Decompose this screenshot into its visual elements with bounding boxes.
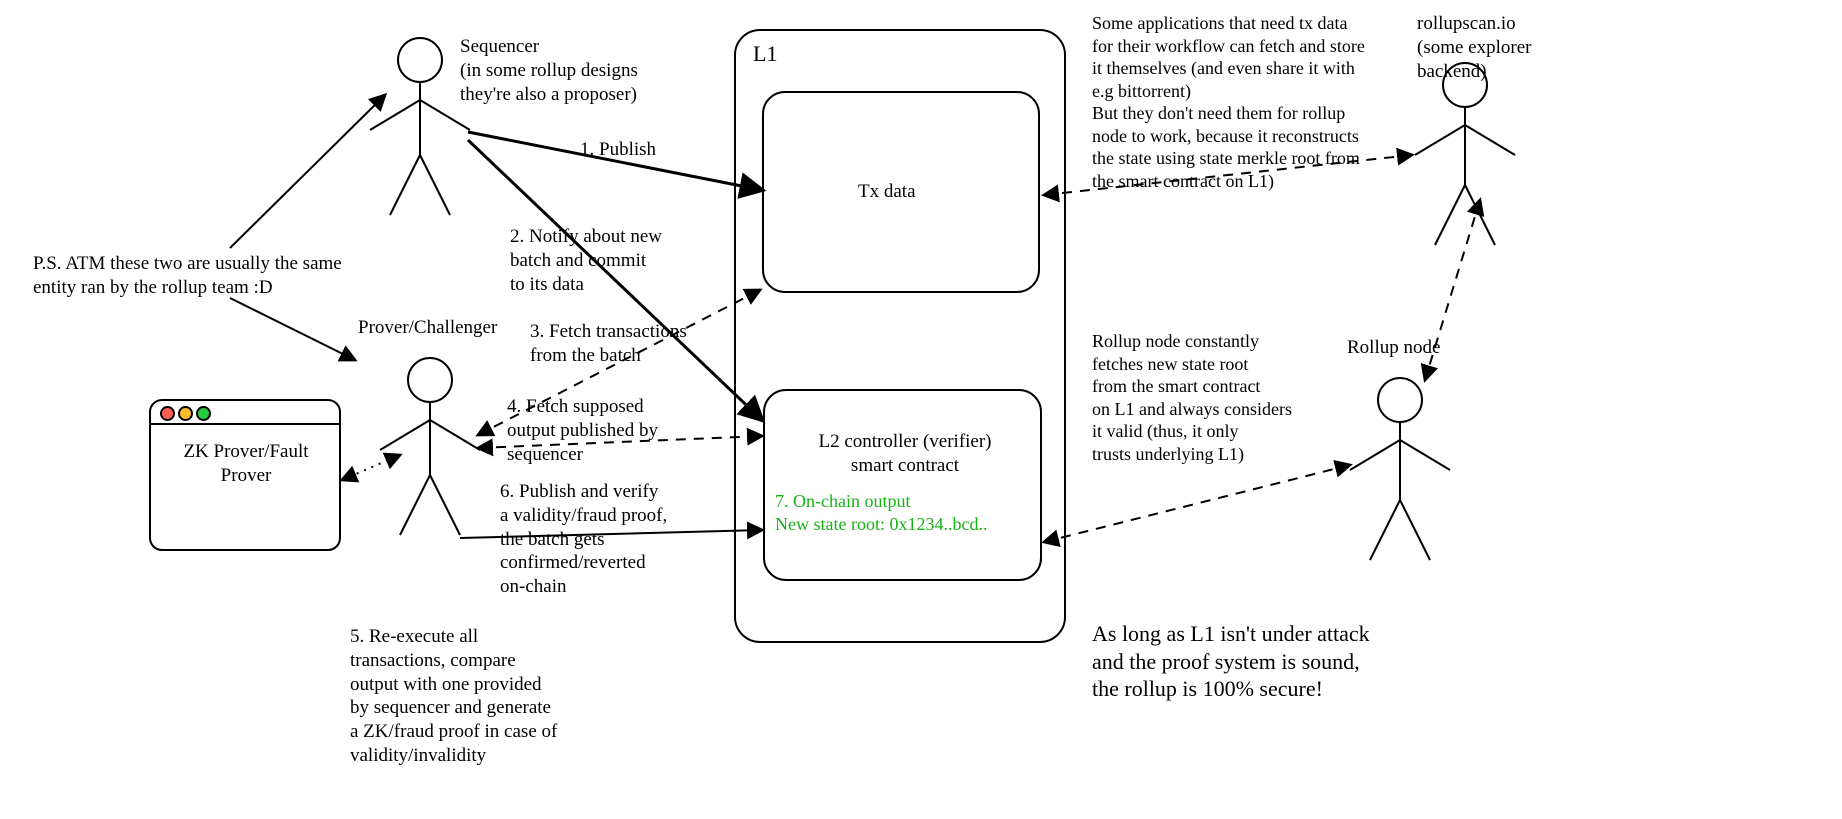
arrow6-label: 6. Publish and verify a validity/fraud p… — [500, 480, 730, 599]
window-dot-green — [196, 406, 211, 421]
txdata-label: Tx data — [858, 180, 916, 204]
window-dot-red — [160, 406, 175, 421]
contract-label: L2 controller (verifier) smart contract — [800, 430, 1010, 478]
rollup-node-figure — [1350, 378, 1450, 560]
l1-box — [735, 30, 1065, 642]
rollup-node-label: Rollup node — [1347, 336, 1440, 360]
diagram-root: Sequencer (in some rollup designs they'r… — [0, 0, 1842, 819]
sequencer-figure — [370, 38, 470, 215]
explorer-label: rollupscan.io (some explorer backend) — [1417, 12, 1577, 83]
zk-link — [342, 455, 400, 480]
security-note: As long as L1 isn't under attack and the… — [1092, 620, 1462, 703]
explorer-figure — [1415, 63, 1515, 245]
arrow3-label: 3. Fetch transactions from the batch — [530, 320, 750, 368]
ps-to-sequencer — [230, 95, 385, 248]
step5-note: 5. Re-execute all transactions, compare … — [350, 625, 630, 768]
arrow1-label: 1. Publish — [580, 138, 656, 162]
node-note: Rollup node constantly fetches new state… — [1092, 330, 1352, 465]
l1-label: L1 — [753, 40, 777, 68]
onchain-output: 7. On-chain output New state root: 0x123… — [775, 490, 1035, 535]
ps-to-prover — [230, 298, 355, 360]
arrow4-label: 4. Fetch supposed output published by se… — [507, 395, 737, 466]
prover-figure — [380, 358, 480, 535]
arrow2-label: 2. Notify about new batch and commit to … — [510, 225, 730, 296]
prover-label: Prover/Challenger — [358, 316, 497, 340]
node-contract — [1044, 465, 1350, 542]
sequencer-label: Sequencer (in some rollup designs they'r… — [460, 35, 710, 106]
ps-note: P.S. ATM these two are usually the same … — [33, 252, 433, 300]
svg-layer — [0, 0, 1842, 819]
apps-note: Some applications that need tx data for … — [1092, 12, 1422, 192]
contract-box — [764, 390, 1041, 580]
zk-label: ZK Prover/Fault Prover — [168, 440, 324, 488]
window-dot-yellow — [178, 406, 193, 421]
